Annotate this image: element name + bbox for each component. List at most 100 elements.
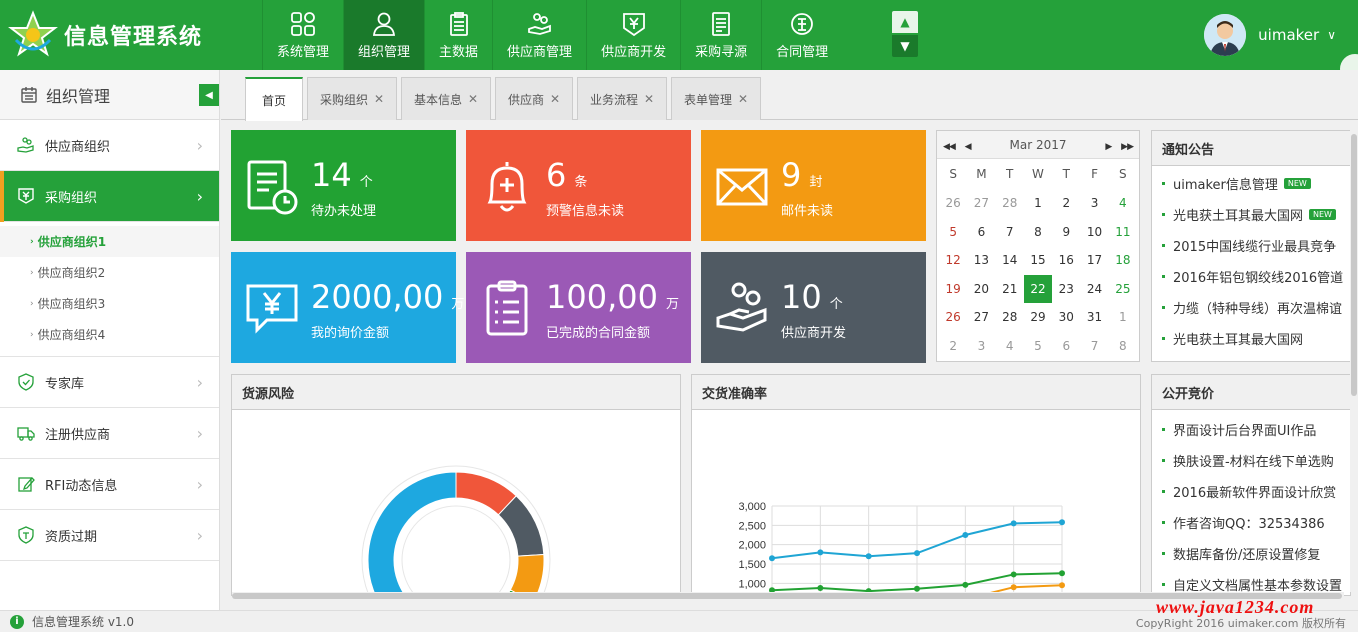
data-point[interactable] [865, 553, 872, 560]
tile-contract-amount[interactable]: 100,00 万 已完成的合同金额 [466, 252, 691, 363]
data-point[interactable] [1010, 584, 1017, 591]
sidebar-item-purchase-org[interactable]: 采购组织 › [0, 171, 219, 222]
calendar-day[interactable]: 24 [1080, 275, 1108, 304]
data-point[interactable] [962, 581, 969, 588]
calendar-day[interactable]: 3 [967, 332, 995, 361]
tab-workflow[interactable]: 业务流程 ✕ [577, 77, 667, 120]
sidebar-item-expert-lib[interactable]: 专家库 › [0, 357, 219, 408]
app-logo[interactable]: 信息管理系统 [8, 10, 202, 60]
sidebar-item-supplier-org[interactable]: 供应商组织 › [0, 120, 219, 171]
notice-item[interactable]: 力缆（特种导线）再次温棉谊 [1162, 292, 1350, 323]
nav-supplier-mgmt[interactable]: 供应商管理 [492, 0, 586, 70]
calendar-day[interactable]: 16 [1052, 246, 1080, 275]
calendar-day[interactable]: 25 [1109, 275, 1137, 304]
next-month-button[interactable]: ▶ [1105, 142, 1112, 152]
calendar-day[interactable]: 31 [1080, 303, 1108, 332]
notice-item[interactable]: uimaker信息管理 NEW [1162, 168, 1350, 199]
nav-sourcing[interactable]: 采购寻源 [680, 0, 761, 70]
data-point[interactable] [817, 584, 824, 591]
nav-master-data[interactable]: 主数据 [424, 0, 492, 70]
bidding-item[interactable]: 2016最新软件界面设计欣赏 [1162, 476, 1350, 507]
data-point[interactable] [817, 549, 824, 556]
tile-mail[interactable]: 9封 邮件未读 [701, 130, 926, 241]
calendar-day[interactable]: 5 [939, 218, 967, 247]
bidding-item[interactable]: 作者咨询QQ：32534386 [1162, 507, 1350, 538]
calendar-day[interactable]: 7 [996, 218, 1024, 247]
close-icon[interactable]: ✕ [738, 92, 748, 106]
calendar-day[interactable]: 19 [939, 275, 967, 304]
close-icon[interactable]: ✕ [644, 92, 654, 106]
calendar-day[interactable]: 5 [1024, 332, 1052, 361]
donut-slice[interactable] [509, 553, 545, 595]
calendar-day[interactable]: 18 [1109, 246, 1137, 275]
calendar-day[interactable]: 28 [996, 189, 1024, 218]
data-point[interactable] [1010, 520, 1017, 527]
notice-item[interactable]: 2016年铝包钢绞线2016管道 [1162, 261, 1350, 292]
nav-supplier-dev[interactable]: 供应商开发 [586, 0, 680, 70]
calendar-day[interactable]: 8 [1109, 332, 1137, 361]
data-point[interactable] [914, 585, 920, 592]
data-point[interactable] [769, 555, 775, 562]
data-point[interactable] [1010, 571, 1017, 578]
sidebar-item-qualification-expired[interactable]: 资质过期 › [0, 510, 219, 561]
calendar-day[interactable]: 29 [1024, 303, 1052, 332]
sidebar-sub-item[interactable]: › 供应商组织1 [0, 226, 219, 257]
bidding-item[interactable]: 数据库备份/还原设置修复 [1162, 538, 1350, 569]
bidding-item[interactable]: 换肤设置-材料在线下单选购 [1162, 445, 1350, 476]
notice-item[interactable]: 光电获土耳其最大国网 [1162, 323, 1350, 354]
sidebar-item-rfi[interactable]: RFI动态信息 › [0, 459, 219, 510]
data-point[interactable] [914, 550, 920, 557]
tab-supplier[interactable]: 供应商 ✕ [495, 77, 573, 120]
tab-basic-info[interactable]: 基本信息 ✕ [401, 77, 491, 120]
data-point[interactable] [962, 532, 969, 538]
calendar-day[interactable]: 11 [1109, 218, 1137, 247]
calendar-day[interactable]: 20 [967, 275, 995, 304]
close-icon[interactable]: ✕ [550, 92, 560, 106]
data-point[interactable] [1059, 570, 1065, 577]
sidebar-sub-item[interactable]: › 供应商组织4 [0, 319, 219, 350]
sidebar-sub-item[interactable]: › 供应商组织3 [0, 288, 219, 319]
calendar-day[interactable]: 7 [1080, 332, 1108, 361]
data-point[interactable] [1059, 582, 1065, 589]
tab-form-mgmt[interactable]: 表单管理 ✕ [671, 77, 761, 120]
notice-item[interactable]: 2015中国线缆行业最具竞争 [1162, 230, 1350, 261]
prev-year-button[interactable]: ◀◀ [943, 142, 956, 152]
calendar-day[interactable]: 4 [996, 332, 1024, 361]
calendar-day[interactable]: 6 [1052, 332, 1080, 361]
tile-supplier-dev[interactable]: 10 个 供应商开发 [701, 252, 926, 363]
calendar-day[interactable]: 10 [1080, 218, 1108, 247]
calendar-day[interactable]: 14 [996, 246, 1024, 275]
calendar-day[interactable]: 2 [1052, 189, 1080, 218]
tile-inquiry-amount[interactable]: 2000,00 万 我的询价金额 [231, 252, 464, 363]
calendar-day[interactable]: 15 [1024, 246, 1052, 275]
tile-todo[interactable]: 14 个 待办未处理 [231, 130, 456, 241]
close-icon[interactable]: ✕ [374, 92, 384, 106]
calendar-day[interactable]: 9 [1052, 218, 1080, 247]
bidding-item[interactable]: 界面设计后台界面UI作品 [1162, 414, 1350, 445]
nav-scroll-up-button[interactable]: ▲ [892, 11, 918, 33]
nav-organization[interactable]: 组织管理 [343, 0, 425, 70]
calendar-day[interactable]: 1 [1024, 189, 1052, 218]
calendar-day[interactable]: 2 [939, 332, 967, 361]
tab-purchase-org[interactable]: 采购组织 ✕ [307, 77, 397, 120]
data-point[interactable] [1059, 519, 1065, 526]
calendar-day[interactable]: 13 [967, 246, 995, 275]
calendar-day[interactable]: 21 [996, 275, 1024, 304]
calendar-day[interactable]: 26 [939, 303, 967, 332]
close-icon[interactable]: ✕ [468, 92, 478, 106]
calendar-day[interactable]: 27 [967, 189, 995, 218]
calendar-day[interactable]: 4 [1109, 189, 1137, 218]
sidebar-collapse-button[interactable]: ◀ [199, 84, 219, 106]
calendar-day[interactable]: 17 [1080, 246, 1108, 275]
calendar-day[interactable]: 28 [996, 303, 1024, 332]
tile-alerts[interactable]: 6条 预警信息未读 [466, 130, 691, 241]
nav-scroll-down-button[interactable]: ▼ [892, 35, 918, 57]
tab-home[interactable]: 首页 [245, 77, 303, 121]
calendar-day[interactable]: 12 [939, 246, 967, 275]
next-year-button[interactable]: ▶▶ [1121, 142, 1134, 152]
calendar-day[interactable]: 26 [939, 189, 967, 218]
calendar-day[interactable]: 1 [1109, 303, 1137, 332]
calendar-day[interactable]: 23 [1052, 275, 1080, 304]
calendar-day[interactable]: 30 [1052, 303, 1080, 332]
sidebar-item-register-supplier[interactable]: 注册供应商 › [0, 408, 219, 459]
